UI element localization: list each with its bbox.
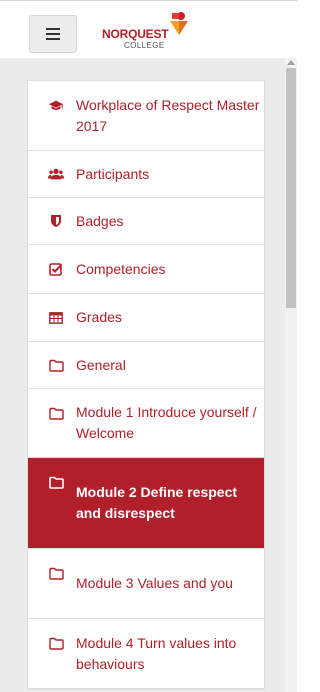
nav-item-label: Module 1 Introduce yourself / Welcome — [76, 404, 257, 441]
norquest-logo[interactable]: NORQUEST COLLEGE — [102, 11, 212, 51]
nav-item-badges[interactable]: Badges — [28, 198, 264, 245]
nav-item-label: General — [76, 356, 126, 373]
nav-item-label: Grades — [76, 309, 122, 325]
nav-item-module-2[interactable]: Module 2 Define respect and disrespect — [28, 458, 264, 549]
nav-item-module-3[interactable]: Module 3 Values and you — [28, 549, 264, 619]
folder-icon — [48, 357, 64, 373]
hamburger-icon — [46, 28, 60, 40]
checkbox-icon — [48, 261, 64, 277]
nav-item-module-4[interactable]: Module 4 Turn values into behaviours — [28, 619, 264, 689]
folder-icon — [48, 474, 64, 490]
nav-item-label: Module 4 Turn values into behaviours — [76, 634, 237, 672]
logo-mark-icon — [170, 12, 188, 35]
folder-icon — [48, 405, 64, 421]
users-icon — [48, 166, 64, 182]
nav-list: Workplace of Respect Master 2017 Partici… — [27, 80, 265, 690]
scrollbar-thumb[interactable] — [286, 68, 296, 308]
folder-icon — [48, 635, 64, 651]
nav-item-label: Module 2 Define respect and disrespect — [76, 484, 238, 521]
nav-item-label: Module 3 Values and you — [76, 575, 233, 591]
logo-subtitle: COLLEGE — [124, 41, 165, 50]
nav-item-course[interactable]: Workplace of Respect Master 2017 — [28, 81, 264, 151]
nav-item-label: Workplace of Respect Master 2017 — [76, 96, 260, 134]
top-header: NORQUEST COLLEGE — [0, 1, 297, 57]
nav-item-competencies[interactable]: Competencies — [28, 245, 264, 294]
nav-item-label: Participants — [76, 165, 150, 182]
nav-item-label: Competencies — [76, 260, 166, 277]
table-icon — [48, 310, 64, 326]
nav-item-module-1[interactable]: Module 1 Introduce yourself / Welcome — [28, 389, 264, 458]
menu-toggle-button[interactable] — [29, 15, 77, 53]
scroll-up-arrow-icon[interactable] — [287, 60, 295, 65]
nav-item-participants[interactable]: Participants — [28, 151, 264, 198]
nav-drawer: Workplace of Respect Master 2017 Partici… — [0, 58, 297, 692]
nav-item-general[interactable]: General — [28, 342, 264, 389]
nav-item-label: Badges — [76, 212, 124, 229]
folder-icon — [48, 565, 64, 581]
logo-name: NORQUEST — [102, 27, 169, 41]
shield-icon — [48, 213, 64, 229]
graduation-cap-icon — [48, 98, 64, 114]
nav-item-grades[interactable]: Grades — [28, 294, 264, 342]
